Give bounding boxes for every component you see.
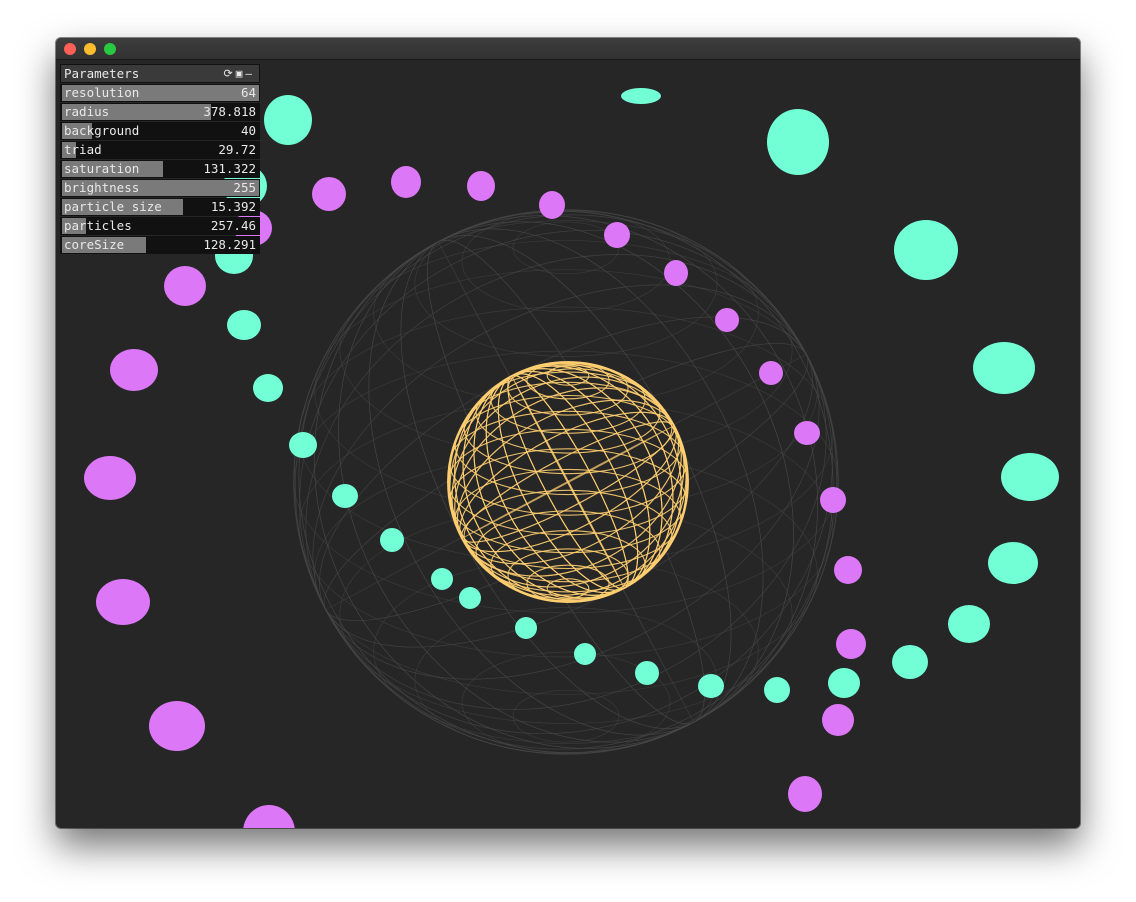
teal-particle: [948, 605, 990, 643]
magenta-particle: [110, 349, 158, 391]
teal-particle: [431, 568, 453, 590]
teal-particle: [973, 342, 1035, 394]
magenta-particle: [84, 456, 136, 500]
param-value: 131.322: [203, 161, 256, 176]
param-row-core-size[interactable]: coreSize 128.291: [60, 236, 260, 254]
save-icon[interactable]: ▣: [236, 67, 246, 80]
magenta-particle: [664, 260, 688, 286]
latitude-line: [512, 221, 620, 275]
teal-particle: [289, 432, 317, 458]
teal-particle: [698, 674, 724, 698]
teal-particle: [988, 542, 1038, 584]
magenta-particle: [391, 166, 421, 198]
magenta-particle: [836, 629, 866, 659]
param-value: 29.72: [218, 142, 256, 157]
param-value: 257.46: [210, 218, 256, 233]
param-value: 128.291: [203, 237, 256, 252]
magenta-particle: [788, 776, 822, 812]
param-row-particle-size[interactable]: particle size 15.392: [60, 198, 260, 216]
param-label: background: [64, 123, 140, 138]
param-row-particles[interactable]: particles 257.46: [60, 217, 260, 235]
title-bar[interactable]: [56, 38, 1080, 60]
param-row-resolution[interactable]: resolution 64: [60, 84, 260, 102]
app-window: Parameters ⟳▣– resolution 64 radius 378.81…: [56, 38, 1080, 828]
param-row-background[interactable]: background 40: [60, 122, 260, 140]
param-row-radius[interactable]: radius 378.818: [60, 103, 260, 121]
minimize-button[interactable]: [84, 43, 96, 55]
teal-particle: [264, 95, 312, 145]
teal-particle: [332, 484, 358, 508]
teal-particle: [227, 310, 261, 340]
teal-particle: [459, 587, 481, 609]
param-label: saturation: [64, 161, 140, 176]
magenta-particle: [794, 421, 820, 445]
collapse-icon[interactable]: –: [245, 67, 255, 80]
magenta-particle: [96, 579, 150, 625]
param-value: 378.818: [203, 104, 256, 119]
refresh-icon[interactable]: ⟳: [224, 67, 236, 80]
teal-particle: [253, 374, 283, 402]
zoom-button[interactable]: [104, 43, 116, 55]
teal-particle: [621, 88, 661, 104]
magenta-particle: [604, 222, 630, 248]
magenta-particle: [243, 805, 295, 828]
close-button[interactable]: [64, 43, 76, 55]
param-label: particles: [64, 218, 132, 233]
teal-particle: [635, 661, 659, 685]
teal-particle: [828, 668, 860, 698]
teal-particle: [515, 617, 537, 639]
core-wireframe-sphere: [447, 361, 689, 603]
teal-particle: [574, 643, 596, 665]
magenta-particle: [467, 171, 495, 201]
param-row-saturation[interactable]: saturation 131.322: [60, 160, 260, 178]
teal-particle: [892, 645, 928, 679]
magenta-particle: [312, 177, 346, 211]
param-label: resolution: [64, 85, 140, 100]
param-label: radius: [64, 104, 110, 119]
teal-particle: [380, 528, 404, 552]
panel-icons: ⟳▣–: [224, 65, 255, 82]
magenta-particle: [759, 361, 783, 385]
magenta-particle: [539, 191, 565, 219]
panel-header[interactable]: Parameters ⟳▣–: [60, 64, 260, 83]
teal-particle: [764, 677, 790, 703]
magenta-particle: [149, 701, 205, 751]
parameters-panel: Parameters ⟳▣– resolution 64 radius 378.81…: [60, 64, 260, 254]
param-row-brightness[interactable]: brightness 255: [60, 179, 260, 197]
teal-particle: [894, 220, 958, 280]
magenta-particle: [834, 556, 862, 584]
param-label: triad: [64, 142, 102, 157]
param-label: particle size: [64, 199, 162, 214]
param-value: 64: [240, 85, 256, 100]
magenta-particle: [822, 704, 854, 736]
param-label: brightness: [64, 180, 140, 195]
panel-title: Parameters: [64, 66, 140, 81]
param-value: 15.392: [210, 199, 256, 214]
param-value: 255: [233, 180, 256, 195]
teal-particle: [1001, 453, 1059, 501]
magenta-particle: [715, 308, 739, 332]
param-row-triad[interactable]: triad 29.72: [60, 141, 260, 159]
teal-particle: [767, 109, 829, 175]
magenta-particle: [820, 487, 846, 513]
param-value: 40: [240, 123, 256, 138]
magenta-particle: [164, 266, 206, 306]
latitude-line: [512, 689, 620, 743]
param-label: coreSize: [64, 237, 125, 252]
